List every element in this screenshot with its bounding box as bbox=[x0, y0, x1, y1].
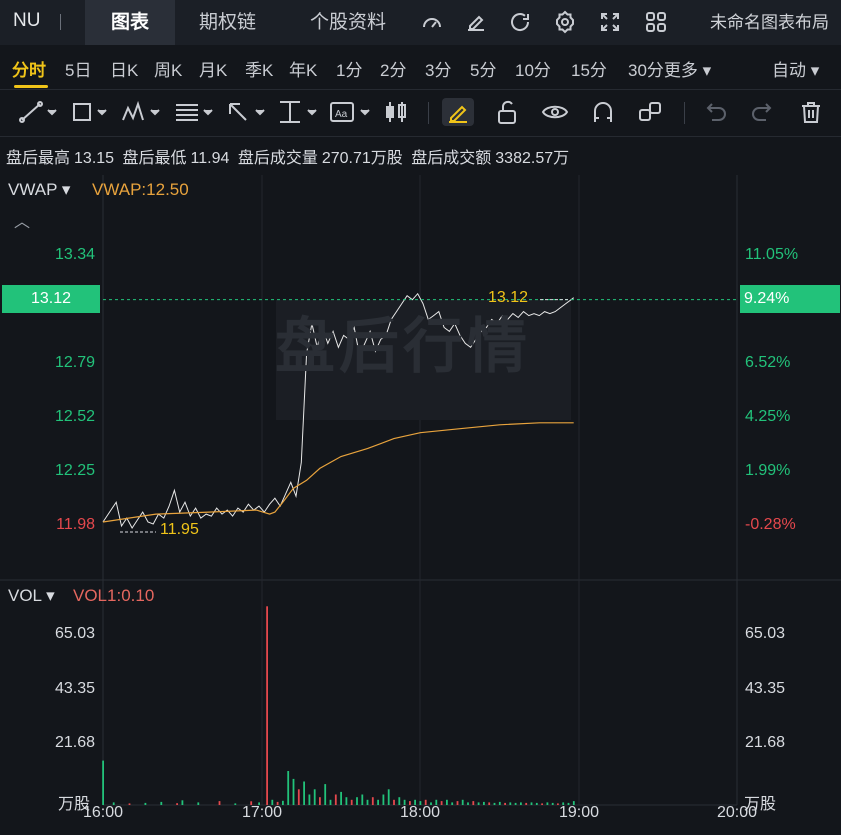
volume-bar bbox=[530, 802, 533, 805]
volume-bar bbox=[292, 778, 295, 805]
after-hours-watermark: 盘后行情 bbox=[275, 313, 531, 380]
percent-tick: -0.28% bbox=[745, 516, 796, 533]
time-tick: 18:00 bbox=[399, 804, 441, 821]
volume-bar bbox=[514, 802, 517, 805]
volume-tick-left: 21.68 bbox=[54, 734, 95, 751]
low-marker-label: 11.95 bbox=[160, 521, 199, 538]
volume-tick-right: 21.68 bbox=[745, 734, 786, 751]
vwap-line bbox=[102, 422, 574, 523]
volume-bar bbox=[382, 794, 385, 805]
volume-bar bbox=[520, 802, 522, 805]
volume-bar bbox=[160, 801, 163, 805]
volume-bar bbox=[313, 789, 316, 805]
volume-bar bbox=[340, 791, 342, 805]
volume-bar bbox=[361, 794, 364, 805]
volume-tick-right: 65.03 bbox=[745, 625, 786, 642]
volume-bar bbox=[446, 799, 448, 805]
price-tick: 12.25 bbox=[54, 462, 95, 479]
volume-bar bbox=[509, 802, 512, 805]
volume-bar bbox=[319, 797, 321, 805]
percent-tick: 11.05% bbox=[745, 246, 799, 263]
volume-bar bbox=[467, 802, 469, 805]
volume-bar bbox=[234, 803, 237, 805]
percent-tick: 4.25% bbox=[745, 408, 791, 425]
volume-bar bbox=[393, 799, 395, 805]
volume-bar bbox=[498, 801, 501, 805]
volume-bar bbox=[266, 606, 268, 805]
time-tick: 20:00 bbox=[716, 804, 758, 821]
volume-bar bbox=[366, 799, 369, 805]
vol-indicator-selector[interactable]: VOL ▾ bbox=[8, 586, 55, 606]
volume-bar bbox=[287, 771, 290, 805]
volume-bar bbox=[197, 802, 200, 805]
volume-bar bbox=[387, 789, 390, 805]
price-chart[interactable] bbox=[0, 0, 841, 835]
volume-bar bbox=[472, 801, 475, 805]
volume-bar bbox=[308, 794, 311, 805]
current-price-badge: 13.12 bbox=[2, 285, 100, 313]
percent-tick: 6.52% bbox=[745, 354, 791, 371]
volume-bar bbox=[493, 802, 496, 805]
current-price: 13.12 bbox=[30, 290, 72, 307]
volume-tick-left: 43.35 bbox=[54, 680, 95, 697]
price-tick: 11.98 bbox=[56, 516, 95, 533]
volume-bar bbox=[102, 760, 104, 805]
volume-bar bbox=[181, 800, 184, 805]
volume-bar bbox=[451, 802, 454, 805]
volume-bar bbox=[551, 802, 554, 805]
volume-bar bbox=[345, 797, 348, 805]
time-tick: 17:00 bbox=[241, 804, 283, 821]
volume-bar bbox=[525, 802, 528, 805]
current-percent-badge: 9.24% bbox=[740, 285, 840, 313]
vwap-indicator-selector[interactable]: VWAP ▾ bbox=[8, 180, 70, 200]
time-tick: 16:00 bbox=[82, 804, 124, 821]
volume-bar bbox=[488, 802, 491, 805]
volume-bar bbox=[329, 799, 332, 805]
volume-bar bbox=[144, 802, 147, 805]
volume-bar bbox=[535, 802, 538, 805]
volume-bar bbox=[350, 799, 353, 805]
volume-bar bbox=[456, 801, 459, 805]
time-tick: 19:00 bbox=[558, 804, 600, 821]
price-tick: 13.34 bbox=[54, 246, 95, 263]
vol-value: VOL1:0.10 bbox=[73, 586, 155, 605]
volume-bar bbox=[461, 799, 464, 805]
volume-bar bbox=[546, 802, 549, 805]
volume-bar bbox=[218, 801, 221, 805]
volume-bar bbox=[477, 802, 480, 805]
volume-tick-right: 43.35 bbox=[745, 680, 786, 697]
volume-bar bbox=[504, 802, 506, 805]
price-tick: 12.79 bbox=[54, 354, 95, 371]
collapse-chevron-icon[interactable]: ︿ bbox=[14, 208, 30, 232]
vwap-value: VWAP:12.50 bbox=[92, 180, 189, 199]
volume-bar bbox=[541, 803, 543, 805]
volume-bar bbox=[356, 797, 358, 805]
volume-tick-left: 65.03 bbox=[54, 625, 95, 642]
current-percent: 9.24% bbox=[744, 290, 790, 307]
volume-bar bbox=[324, 784, 327, 805]
volume-bar bbox=[303, 781, 305, 805]
volume-bar bbox=[128, 803, 131, 805]
volume-bar bbox=[176, 803, 178, 805]
price-tick: 12.52 bbox=[54, 408, 95, 425]
volume-bar bbox=[297, 789, 300, 805]
volume-bar bbox=[334, 794, 337, 805]
volume-bar bbox=[483, 801, 485, 805]
percent-tick: 1.99% bbox=[745, 462, 791, 479]
volume-bar bbox=[377, 799, 379, 805]
volume-bar bbox=[371, 797, 374, 805]
